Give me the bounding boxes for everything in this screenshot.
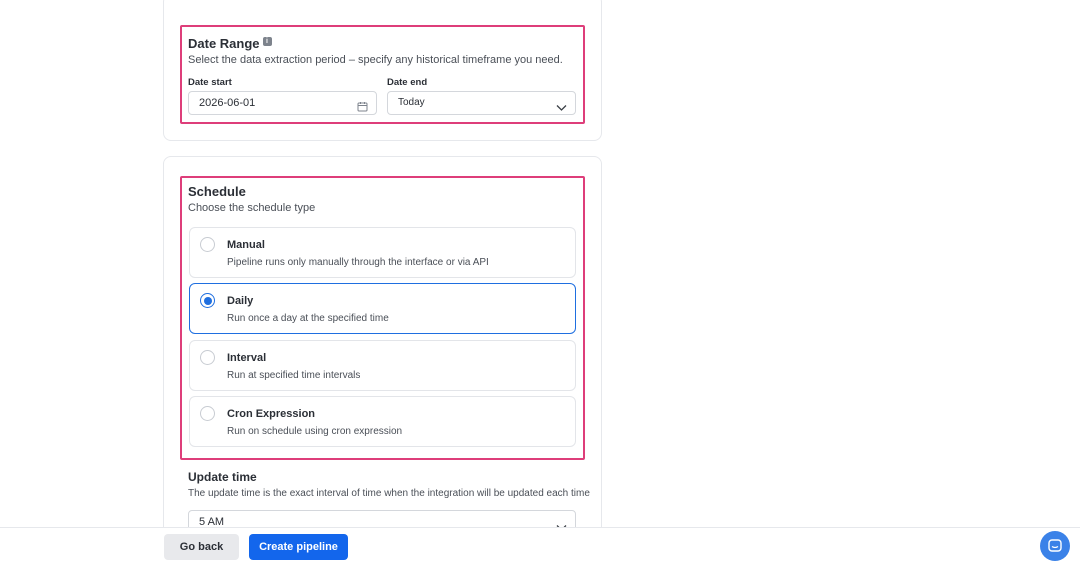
chat-launcher-button[interactable]: [1040, 531, 1070, 561]
chevron-down-icon: [556, 99, 567, 121]
schedule-option-interval[interactable]: Interval Run at specified time intervals: [189, 340, 576, 391]
info-icon[interactable]: i: [262, 37, 272, 46]
date-range-description: Select the data extraction period – spec…: [188, 54, 563, 66]
date-start-label: Date start: [188, 77, 232, 88]
date-end-value: Today: [398, 97, 425, 108]
create-pipeline-button[interactable]: Create pipeline: [249, 534, 348, 560]
update-time-select[interactable]: 5 AM: [188, 510, 576, 527]
date-range-title-text: Date Range: [188, 36, 260, 51]
option-title: Cron Expression: [227, 408, 316, 420]
chevron-down-icon: [556, 518, 567, 527]
calendar-icon[interactable]: [357, 98, 368, 120]
date-range-title: Date Range i: [188, 36, 272, 51]
date-end-label: Date end: [387, 77, 428, 88]
option-title: Interval: [227, 352, 267, 364]
date-end-select[interactable]: Today: [387, 91, 576, 115]
schedule-description: Choose the schedule type: [188, 202, 316, 214]
update-time-title: Update time: [188, 470, 257, 484]
option-description: Run on schedule using cron expression: [227, 426, 403, 437]
main-scroll-area[interactable]: Date Range i Select the data extraction p…: [0, 0, 1080, 527]
schedule-option-manual[interactable]: Manual Pipeline runs only manually throu…: [189, 227, 576, 278]
radio-manual[interactable]: [200, 237, 215, 252]
option-description: Run once a day at the specified time: [227, 313, 389, 324]
radio-interval[interactable]: [200, 350, 215, 365]
go-back-button[interactable]: Go back: [164, 534, 239, 560]
schedule-option-cron[interactable]: Cron Expression Run on schedule using cr…: [189, 396, 576, 447]
option-title: Manual: [227, 239, 265, 251]
date-start-input[interactable]: 2026-06-01: [188, 91, 377, 115]
radio-cron[interactable]: [200, 406, 215, 421]
option-description: Pipeline runs only manually through the …: [227, 257, 489, 268]
schedule-title: Schedule: [188, 184, 246, 199]
chat-icon: [1048, 539, 1062, 558]
schedule-option-daily[interactable]: Daily Run once a day at the specified ti…: [189, 283, 576, 334]
option-description: Run at specified time intervals: [227, 370, 361, 381]
update-time-value: 5 AM: [199, 516, 225, 527]
option-title: Daily: [227, 295, 254, 307]
update-time-description: The update time is the exact interval of…: [188, 488, 590, 499]
radio-daily[interactable]: [200, 293, 215, 308]
date-start-value: 2026-06-01: [199, 97, 256, 109]
footer-bar: Go back Create pipeline: [0, 527, 1080, 563]
